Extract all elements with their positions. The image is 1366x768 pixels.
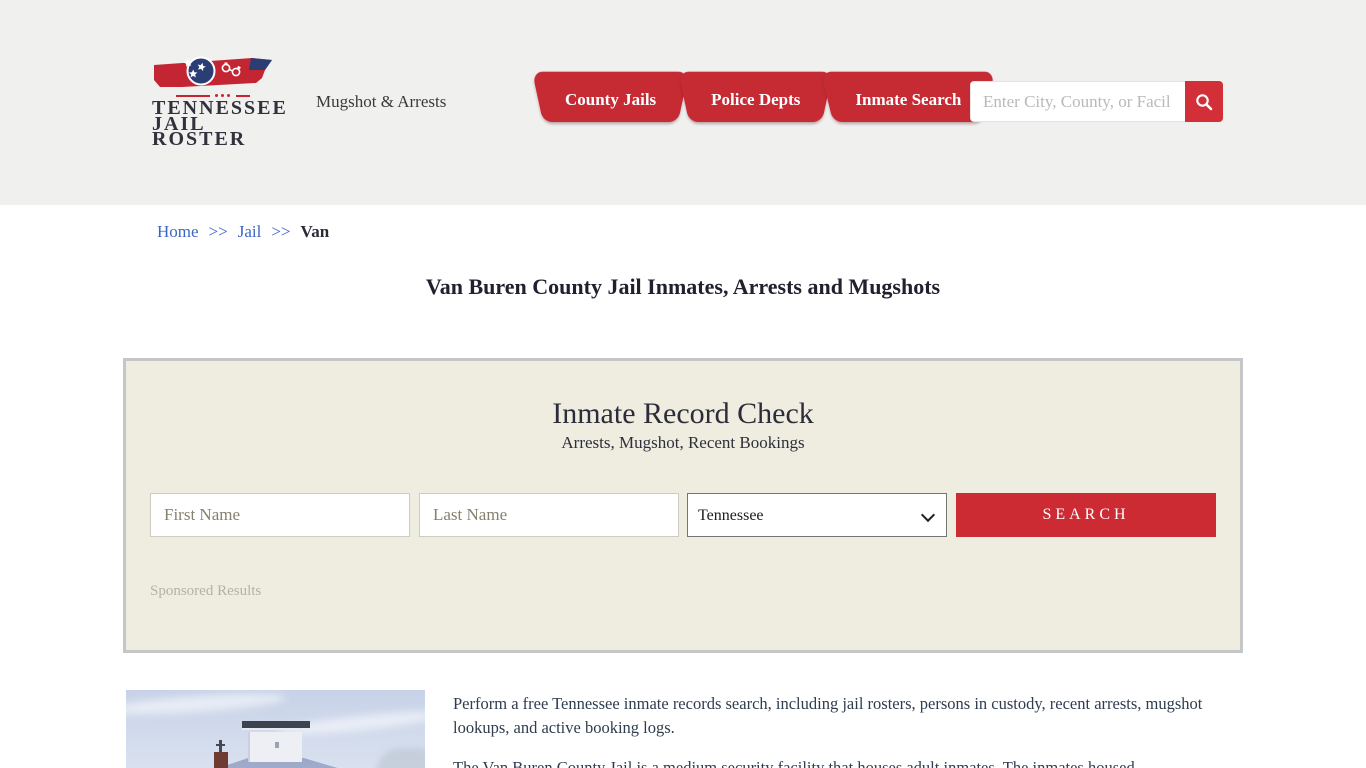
first-name-input[interactable] bbox=[150, 493, 410, 537]
state-select[interactable]: Tennessee bbox=[687, 493, 947, 537]
page-root: TENNESSEE JAIL ROSTER Mugshot & Arrests … bbox=[0, 0, 1366, 768]
breadcrumb-separator: >> bbox=[271, 222, 291, 241]
panel-title: Inmate Record Check bbox=[552, 397, 814, 430]
photo-chimney bbox=[214, 752, 228, 768]
breadcrumb-separator: >> bbox=[208, 222, 228, 241]
photo-cupola-cap bbox=[242, 721, 310, 730]
nav-county-jails-button[interactable]: County Jails bbox=[543, 78, 678, 122]
search-submit-button[interactable]: SEARCH bbox=[956, 493, 1216, 537]
last-name-input[interactable] bbox=[419, 493, 679, 537]
sponsored-results-label: Sponsored Results bbox=[150, 583, 262, 599]
article-text: Perform a free Tennessee inmate records … bbox=[453, 692, 1243, 768]
breadcrumb-home-link[interactable]: Home bbox=[157, 222, 199, 241]
main-nav: County Jails Police Depts Inmate Search bbox=[543, 78, 983, 122]
site-tagline: Mugshot & Arrests bbox=[316, 92, 447, 111]
site-logo[interactable]: TENNESSEE JAIL ROSTER bbox=[152, 56, 286, 150]
breadcrumb-jail-link[interactable]: Jail bbox=[238, 222, 262, 241]
photo-trees bbox=[373, 748, 425, 768]
page-title: Van Buren County Jail Inmates, Arrests a… bbox=[425, 274, 941, 299]
breadcrumb: Home >> Jail >> Van bbox=[157, 222, 329, 242]
last-name-field bbox=[419, 493, 679, 537]
article-paragraph-2: The Van Buren County Jail is a medium se… bbox=[453, 758, 1135, 768]
magnifier-icon bbox=[1196, 93, 1213, 110]
photo-cupola bbox=[248, 732, 302, 762]
tennessee-state-icon bbox=[154, 56, 272, 87]
header-search-input[interactable] bbox=[970, 81, 1185, 122]
header-search bbox=[970, 81, 1223, 122]
nav-inmate-search-button[interactable]: Inmate Search bbox=[833, 78, 983, 122]
site-header: TENNESSEE JAIL ROSTER Mugshot & Arrests … bbox=[0, 0, 1366, 205]
cloud-decoration bbox=[126, 690, 287, 719]
first-name-field bbox=[150, 493, 410, 537]
jail-building-photo bbox=[126, 690, 425, 768]
nav-police-depts-button[interactable]: Police Depts bbox=[689, 78, 822, 122]
article-paragraph-1: Perform a free Tennessee inmate records … bbox=[453, 694, 1203, 737]
panel-subtitle: Arrests, Mugshot, Recent Bookings bbox=[561, 433, 805, 452]
inmate-record-check-panel: Inmate Record Check Arrests, Mugshot, Re… bbox=[123, 358, 1243, 653]
logo-title-line2: JAIL ROSTER bbox=[152, 113, 247, 150]
breadcrumb-current: Van bbox=[300, 222, 330, 241]
header-search-button[interactable] bbox=[1185, 81, 1223, 122]
state-select-wrap: Tennessee bbox=[687, 493, 947, 537]
logo-title: TENNESSEE JAIL ROSTER bbox=[152, 98, 286, 150]
